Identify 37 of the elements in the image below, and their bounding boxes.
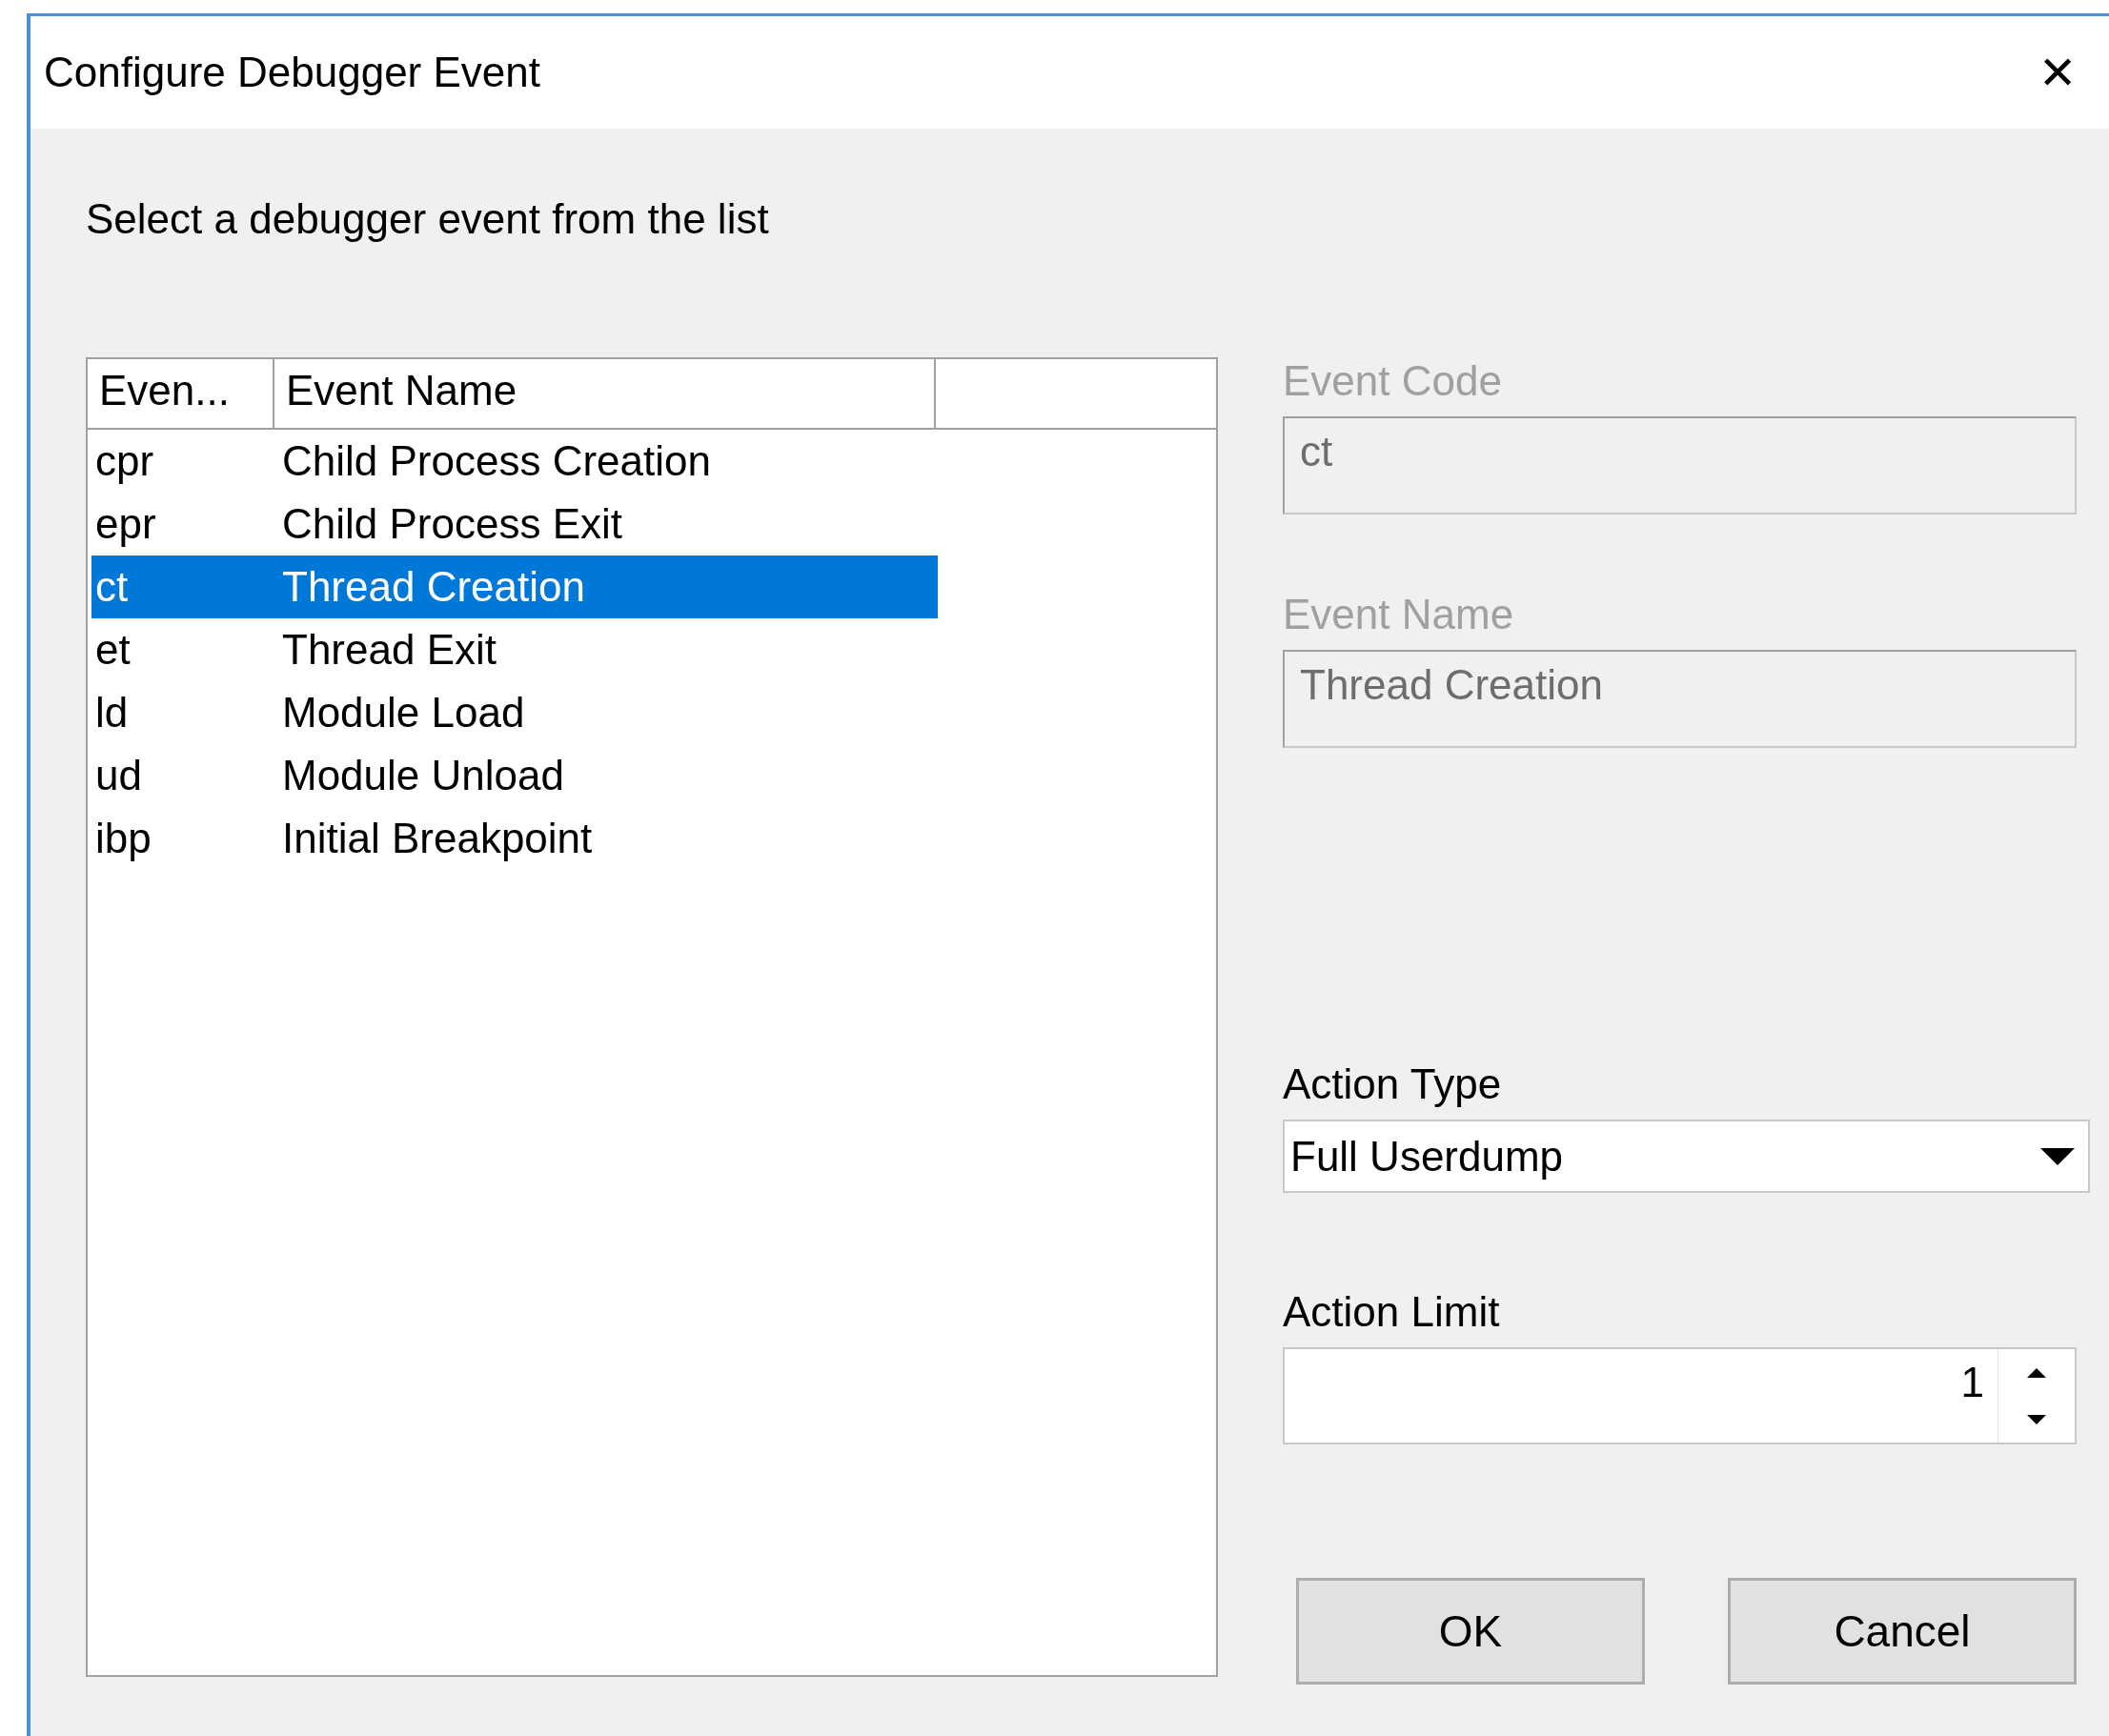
- dropdown-field[interactable]: Full Userdump: [1283, 1120, 2090, 1193]
- event-name-cell: Child Process Creation: [282, 437, 711, 485]
- event-name-cell: Thread Exit: [282, 626, 497, 674]
- list-row[interactable]: cpr Child Process Creation: [91, 430, 938, 493]
- event-code-cell-text: et: [94, 626, 132, 674]
- instruction-text: Select a debugger event from the list: [86, 195, 770, 244]
- event-name-cell: Module Load: [282, 689, 525, 737]
- up-arrow-icon[interactable]: [2027, 1367, 2046, 1378]
- down-arrow-icon[interactable]: [2027, 1414, 2046, 1424]
- list-row[interactable]: ld Module Load: [91, 681, 938, 744]
- field-label: Event Code: [1283, 357, 1503, 406]
- field-label: Event Name: [1283, 591, 1515, 639]
- list-row[interactable]: ct Thread Creation: [91, 555, 938, 618]
- event-code-cell-text: ct: [94, 563, 130, 611]
- list-row[interactable]: epr Child Process Exit: [91, 493, 938, 555]
- field-label: Action Limit: [1283, 1288, 1501, 1337]
- caret-icon: [2040, 1147, 2075, 1165]
- event-name-cell: Initial Breakpoint: [282, 815, 593, 862]
- event-name-cell: Thread Creation: [282, 563, 585, 611]
- window-title: Configure Debugger Event: [44, 49, 540, 96]
- event-code-cell-text: ld: [94, 689, 130, 737]
- list-row[interactable]: ibp Initial Breakpoint: [91, 807, 938, 870]
- ok-button[interactable]: OK: [1296, 1578, 1645, 1685]
- event-name-cell: Module Unload: [282, 752, 564, 799]
- list-row[interactable]: ud Module Unload: [91, 744, 938, 807]
- cancel-button[interactable]: Cancel: [1728, 1578, 2077, 1685]
- list-row[interactable]: et Thread Exit: [91, 618, 938, 681]
- event-code-cell-text: cpr: [94, 437, 155, 485]
- event-name-cell: Child Process Exit: [282, 500, 622, 548]
- event-code-cell-text: ud: [94, 752, 143, 799]
- field-label: Action Type: [1283, 1060, 1503, 1109]
- close-button[interactable]: ✕: [2029, 46, 2086, 99]
- column-header[interactable]: Even...: [88, 359, 274, 428]
- event-code-cell-text: epr: [94, 500, 157, 548]
- event-code-cell-text: ibp: [94, 815, 152, 862]
- number-field[interactable]: 1: [1283, 1347, 2077, 1444]
- column-header[interactable]: Event Name: [274, 359, 936, 428]
